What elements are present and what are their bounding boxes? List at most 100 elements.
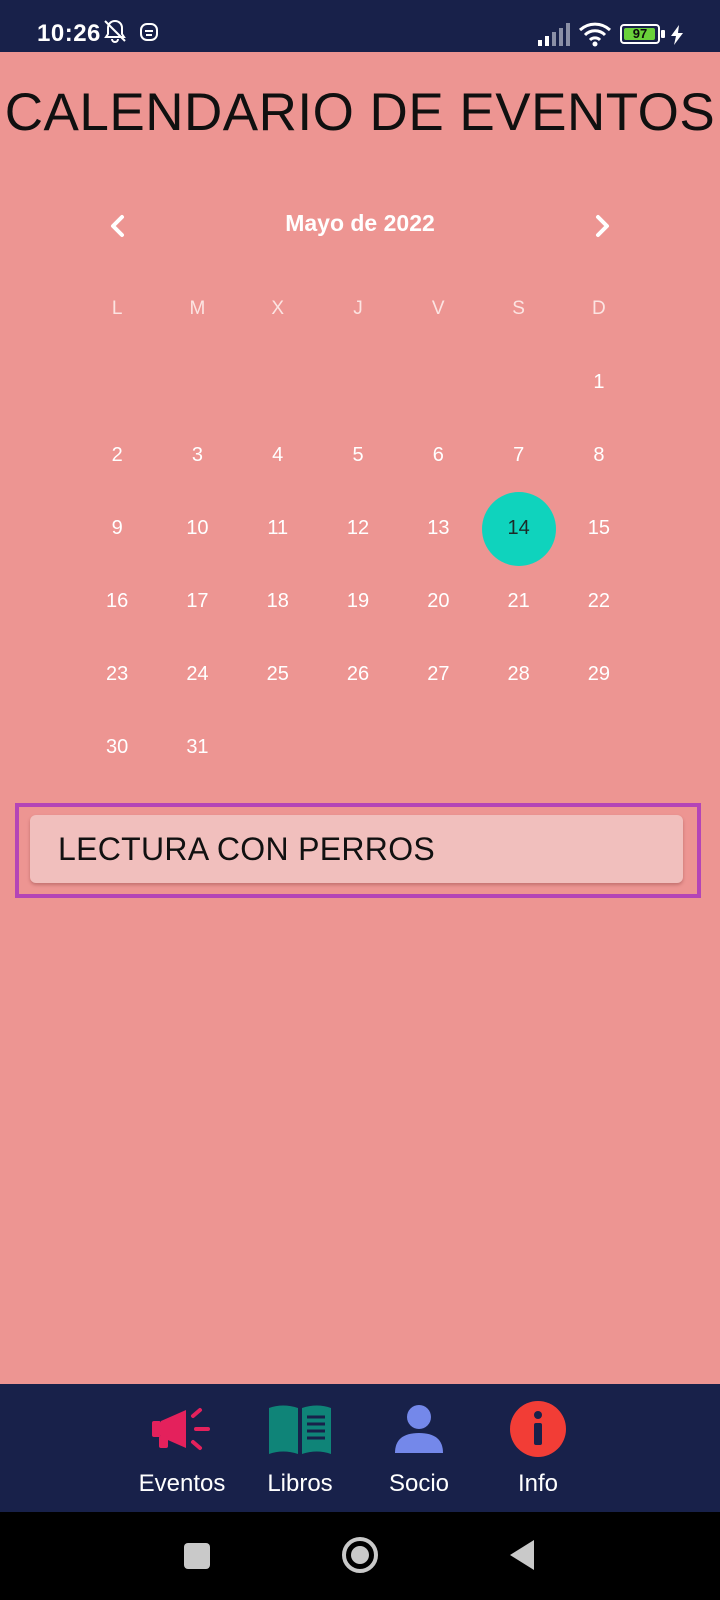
calendar-day[interactable]: 24 bbox=[157, 638, 237, 711]
megaphone-icon bbox=[152, 1408, 210, 1450]
weekday-label: X bbox=[271, 298, 285, 319]
calendar-day-number: 7 bbox=[513, 444, 525, 466]
calendar-day-number: 2 bbox=[111, 444, 123, 466]
calendar-day[interactable]: 22 bbox=[559, 565, 639, 638]
month-label: Mayo de 2022 bbox=[285, 210, 435, 236]
calendar-empty-cell bbox=[157, 346, 237, 419]
calendar-header: Mayo de 2022 bbox=[100, 198, 620, 254]
calendar-day-number: 12 bbox=[346, 517, 370, 539]
info-icon bbox=[510, 1401, 566, 1457]
calendar-day-number: 25 bbox=[266, 663, 289, 685]
recents-button[interactable] bbox=[183, 1542, 211, 1574]
calendar-day-number: 26 bbox=[346, 663, 370, 685]
calendar-day[interactable]: 23 bbox=[77, 638, 157, 711]
signal-icon bbox=[538, 22, 572, 50]
calendar-day-number: 8 bbox=[593, 444, 605, 466]
calendar-day-selected[interactable]: 14 bbox=[478, 491, 558, 566]
nav-label: Socio bbox=[388, 1470, 450, 1497]
nav-item-eventos[interactable]: Eventos bbox=[127, 1384, 237, 1512]
battery-icon: 97 bbox=[620, 24, 660, 44]
calendar-day-number: 4 bbox=[272, 444, 284, 466]
weekday-label: V bbox=[431, 298, 445, 319]
calendar-day[interactable]: 20 bbox=[398, 565, 478, 638]
calendar-empty-cell bbox=[77, 346, 157, 419]
calendar-empty-cell bbox=[318, 346, 398, 419]
calendar-day-number: 3 bbox=[191, 444, 203, 466]
calendar-day[interactable]: 9 bbox=[77, 492, 157, 565]
calendar-day-number: 28 bbox=[507, 663, 530, 685]
calendar-day[interactable]: 26 bbox=[318, 638, 398, 711]
calendar-day[interactable]: 10 bbox=[157, 492, 237, 565]
home-circle-icon bbox=[342, 1537, 378, 1573]
calendar-empty-cell bbox=[478, 346, 558, 419]
calendar-day[interactable]: 2 bbox=[77, 419, 157, 492]
wifi-icon bbox=[578, 20, 612, 52]
calendar-day-number: 31 bbox=[186, 736, 209, 758]
calendar-day-number: 18 bbox=[266, 590, 289, 612]
calendar-day-number: 29 bbox=[587, 663, 611, 685]
calendar-day[interactable]: 1 bbox=[559, 346, 639, 419]
status-bar: 10:26 97 bbox=[0, 0, 720, 52]
calendar-day-grid: 1 2 3 4 5 6 7 8 9 10 11 12 13 14 15 16 17 18 19 20 21 22 23 24 2… bbox=[77, 346, 639, 784]
calendar-day[interactable]: 8 bbox=[559, 419, 639, 492]
weekday-labels: L M X J V S D bbox=[77, 298, 639, 328]
calendar-day-number: 11 bbox=[267, 517, 289, 539]
calendar-day-number: 17 bbox=[186, 590, 209, 612]
calendar-day-number: 27 bbox=[427, 663, 450, 685]
calendar-day[interactable]: 3 bbox=[157, 419, 237, 492]
calendar-day[interactable]: 15 bbox=[559, 492, 639, 565]
calendar-empty-cell bbox=[238, 346, 318, 419]
calendar-empty-cell bbox=[398, 346, 478, 419]
battery-percent: 97 bbox=[632, 26, 648, 41]
system-navigation-bar bbox=[0, 1512, 720, 1600]
back-button[interactable] bbox=[508, 1538, 536, 1576]
nav-item-info[interactable]: Info bbox=[483, 1384, 593, 1512]
calendar-day-number: 14 bbox=[481, 491, 556, 566]
book-icon bbox=[269, 1405, 331, 1454]
home-button[interactable] bbox=[341, 1536, 379, 1578]
back-triangle-icon bbox=[510, 1540, 534, 1570]
nav-label: Eventos bbox=[138, 1470, 226, 1497]
calendar-day[interactable]: 16 bbox=[77, 565, 157, 638]
calendar-day[interactable]: 12 bbox=[318, 492, 398, 565]
calendar-day[interactable]: 30 bbox=[77, 711, 157, 784]
calendar-day[interactable]: 29 bbox=[559, 638, 639, 711]
calendar-day[interactable]: 27 bbox=[398, 638, 478, 711]
nav-item-libros[interactable]: Libros bbox=[245, 1384, 355, 1512]
calendar-day-number: 1 bbox=[593, 371, 605, 393]
calendar-day[interactable]: 6 bbox=[398, 419, 478, 492]
calendar-day[interactable]: 21 bbox=[478, 565, 558, 638]
notification-app-icon bbox=[138, 20, 160, 48]
calendar-day-number: 15 bbox=[587, 517, 611, 539]
weekday-label: M bbox=[189, 298, 206, 319]
calendar-day[interactable]: 19 bbox=[318, 565, 398, 638]
calendar-day-number: 5 bbox=[352, 444, 364, 466]
person-icon bbox=[395, 1405, 443, 1453]
nav-item-socio[interactable]: Socio bbox=[364, 1384, 474, 1512]
calendar-day-number: 19 bbox=[346, 590, 370, 612]
calendar-day[interactable]: 18 bbox=[238, 565, 318, 638]
calendar-day[interactable]: 17 bbox=[157, 565, 237, 638]
calendar-day[interactable]: 4 bbox=[238, 419, 318, 492]
calendar-day-number: 10 bbox=[186, 517, 209, 539]
calendar-day[interactable]: 31 bbox=[157, 711, 237, 784]
calendar-day-number: 9 bbox=[111, 517, 123, 539]
calendar-day[interactable]: 25 bbox=[238, 638, 318, 711]
event-card[interactable]: LECTURA CON PERROS bbox=[30, 815, 683, 883]
calendar-day-number: 23 bbox=[106, 663, 129, 685]
status-time: 10:26 bbox=[37, 20, 101, 47]
calendar-day-number: 22 bbox=[587, 590, 611, 612]
calendar-day-number: 21 bbox=[507, 590, 530, 612]
charging-icon bbox=[670, 25, 684, 49]
next-month-button[interactable] bbox=[582, 206, 622, 246]
calendar-day[interactable]: 5 bbox=[318, 419, 398, 492]
calendar-day[interactable]: 7 bbox=[478, 419, 558, 492]
event-list: LECTURA CON PERROS bbox=[15, 803, 701, 898]
weekday-label: S bbox=[512, 298, 525, 319]
weekday-label: D bbox=[591, 298, 606, 319]
calendar-day[interactable]: 13 bbox=[398, 492, 478, 565]
calendar-day[interactable]: 28 bbox=[478, 638, 558, 711]
nav-label: Info bbox=[517, 1470, 559, 1497]
page-title: CALENDARIO DE EVENTOS bbox=[4, 83, 716, 142]
calendar-day[interactable]: 11 bbox=[238, 492, 318, 565]
